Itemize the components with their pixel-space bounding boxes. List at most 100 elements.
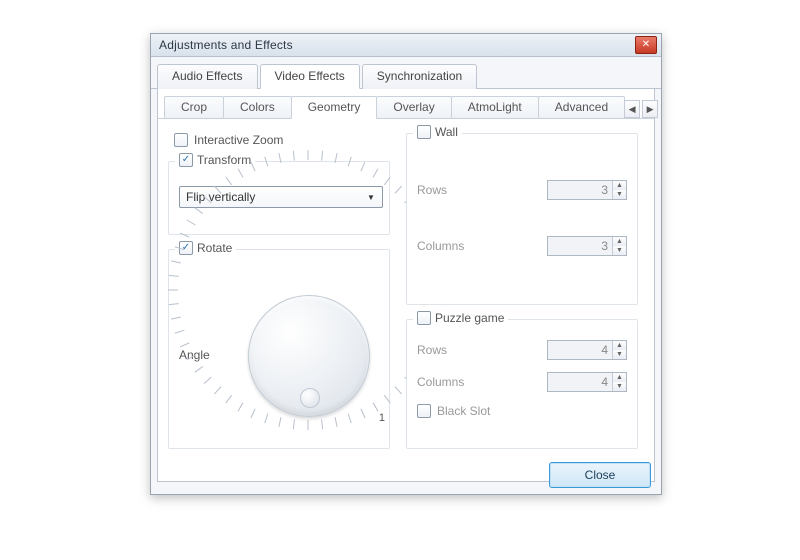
puzzle-checkbox[interactable] [417,311,431,325]
tab-label: AtmoLight [468,100,522,114]
main-tabs: Audio Effects Video Effects Synchronizat… [151,57,661,89]
dial-indicator [300,388,320,408]
dial-tick [308,150,309,160]
interactive-zoom-label: Interactive Zoom [194,133,283,147]
dial-tick [335,417,338,427]
dial-tick [168,290,178,291]
puzzle-group: Puzzle game Rows 4 ▲▼ Columns 4 ▲▼ [406,319,638,449]
chevron-right-icon: ▶ [647,104,654,115]
window-close-button[interactable]: ✕ [635,36,657,54]
wall-group: Wall Rows 3 ▲▼ Columns 3 ▲▼ [406,133,638,305]
tab-label: Advanced [555,100,608,114]
video-effects-sheet: Crop Colors Geometry Overlay AtmoLight A… [157,89,655,482]
spin-down-icon[interactable]: ▼ [612,246,626,255]
dial-tick [395,186,402,194]
rotate-header[interactable]: Rotate [175,241,236,255]
dial-tick [194,366,203,373]
transform-header[interactable]: Transform [175,153,255,167]
dial-tick [360,409,365,419]
dial-tick [321,419,323,429]
transform-label: Transform [197,153,251,167]
wall-rows-label: Rows [417,183,477,197]
wall-cols-spin[interactable]: 3 ▲▼ [547,236,627,256]
dial-tick [175,330,185,334]
spin-up-icon[interactable]: ▲ [612,373,626,382]
tab-video-effects[interactable]: Video Effects [260,64,360,89]
tab-label: Geometry [308,100,361,114]
spin-down-icon[interactable]: ▼ [612,350,626,359]
dial-tick [171,260,181,263]
tab-colors[interactable]: Colors [223,96,292,118]
dial-tick [293,419,295,429]
wall-rows-value: 3 [601,183,608,197]
tabs-scroll-left[interactable]: ◀ [624,100,640,118]
puzzle-header[interactable]: Puzzle game [413,311,508,325]
spin-up-icon[interactable]: ▲ [612,341,626,350]
puzzle-cols-value: 4 [601,375,608,389]
spin-down-icon[interactable]: ▼ [612,190,626,199]
tab-label: Video Effects [275,69,345,83]
dial-tick [384,395,391,404]
spin-up-icon[interactable]: ▲ [612,237,626,246]
wall-cols-value: 3 [601,239,608,253]
dial-tick [171,317,181,320]
interactive-zoom-option[interactable]: Interactive Zoom [174,133,283,147]
puzzle-rows-label: Rows [417,343,477,357]
tabs-scroll-right[interactable]: ▶ [642,100,658,118]
black-slot-label: Black Slot [437,404,490,418]
tab-label: Crop [181,100,207,114]
dial-tick [251,409,256,419]
wall-checkbox[interactable] [417,125,431,139]
dial-tick [395,386,402,394]
spin-down-icon[interactable]: ▼ [612,382,626,391]
window-title: Adjustments and Effects [159,38,293,52]
tab-advanced[interactable]: Advanced [538,96,625,118]
chevron-down-icon: ▼ [364,190,378,204]
tab-geometry[interactable]: Geometry [291,96,378,119]
tab-synchronization[interactable]: Synchronization [362,64,477,89]
transform-group: Transform Flip vertically ▼ [168,161,390,235]
dial-tick [169,303,179,305]
tab-overlay[interactable]: Overlay [376,96,451,118]
tab-label: Audio Effects [172,69,243,83]
wall-header[interactable]: Wall [413,125,462,139]
tab-atmolight[interactable]: AtmoLight [451,96,539,118]
dial-tick [321,151,323,161]
dial-tick [264,413,268,423]
puzzle-cols-spin[interactable]: 4 ▲▼ [547,372,627,392]
dial-tick [348,413,352,423]
dial-tick [180,342,190,347]
angle-label: Angle [169,348,227,362]
wall-rows-spin[interactable]: 3 ▲▼ [547,180,627,200]
interactive-zoom-checkbox[interactable] [174,133,188,147]
chevron-left-icon: ◀ [629,104,636,115]
black-slot-checkbox[interactable] [417,404,431,418]
dial-tick [204,377,212,384]
tab-crop[interactable]: Crop [164,96,224,118]
dial-tick [308,420,309,430]
dialog-footer: Close [549,462,651,488]
puzzle-rows-value: 4 [601,343,608,357]
dial-tick [238,402,244,411]
dial-tick [293,151,295,161]
puzzle-rows-spin[interactable]: 4 ▲▼ [547,340,627,360]
transform-checkbox[interactable] [179,153,193,167]
close-icon: ✕ [642,40,651,50]
rotate-group: Rotate Angle 1 [168,249,390,449]
spin-up-icon[interactable]: ▲ [612,181,626,190]
rotate-dial[interactable]: 1 [233,280,383,430]
dial-knob[interactable] [248,295,370,417]
dial-tick [214,386,221,394]
wall-label: Wall [435,125,458,139]
tab-audio-effects[interactable]: Audio Effects [157,64,258,89]
tab-label: Overlay [393,100,434,114]
sub-tabs: Crop Colors Geometry Overlay AtmoLight A… [158,89,654,119]
puzzle-label: Puzzle game [435,311,504,325]
close-button[interactable]: Close [549,462,651,488]
tab-label: Colors [240,100,275,114]
wall-cols-label: Columns [417,239,477,253]
titlebar[interactable]: Adjustments and Effects ✕ [151,34,661,57]
transform-mode-select[interactable]: Flip vertically ▼ [179,186,383,208]
dial-tick [225,395,232,404]
tab-label: Synchronization [377,69,462,83]
